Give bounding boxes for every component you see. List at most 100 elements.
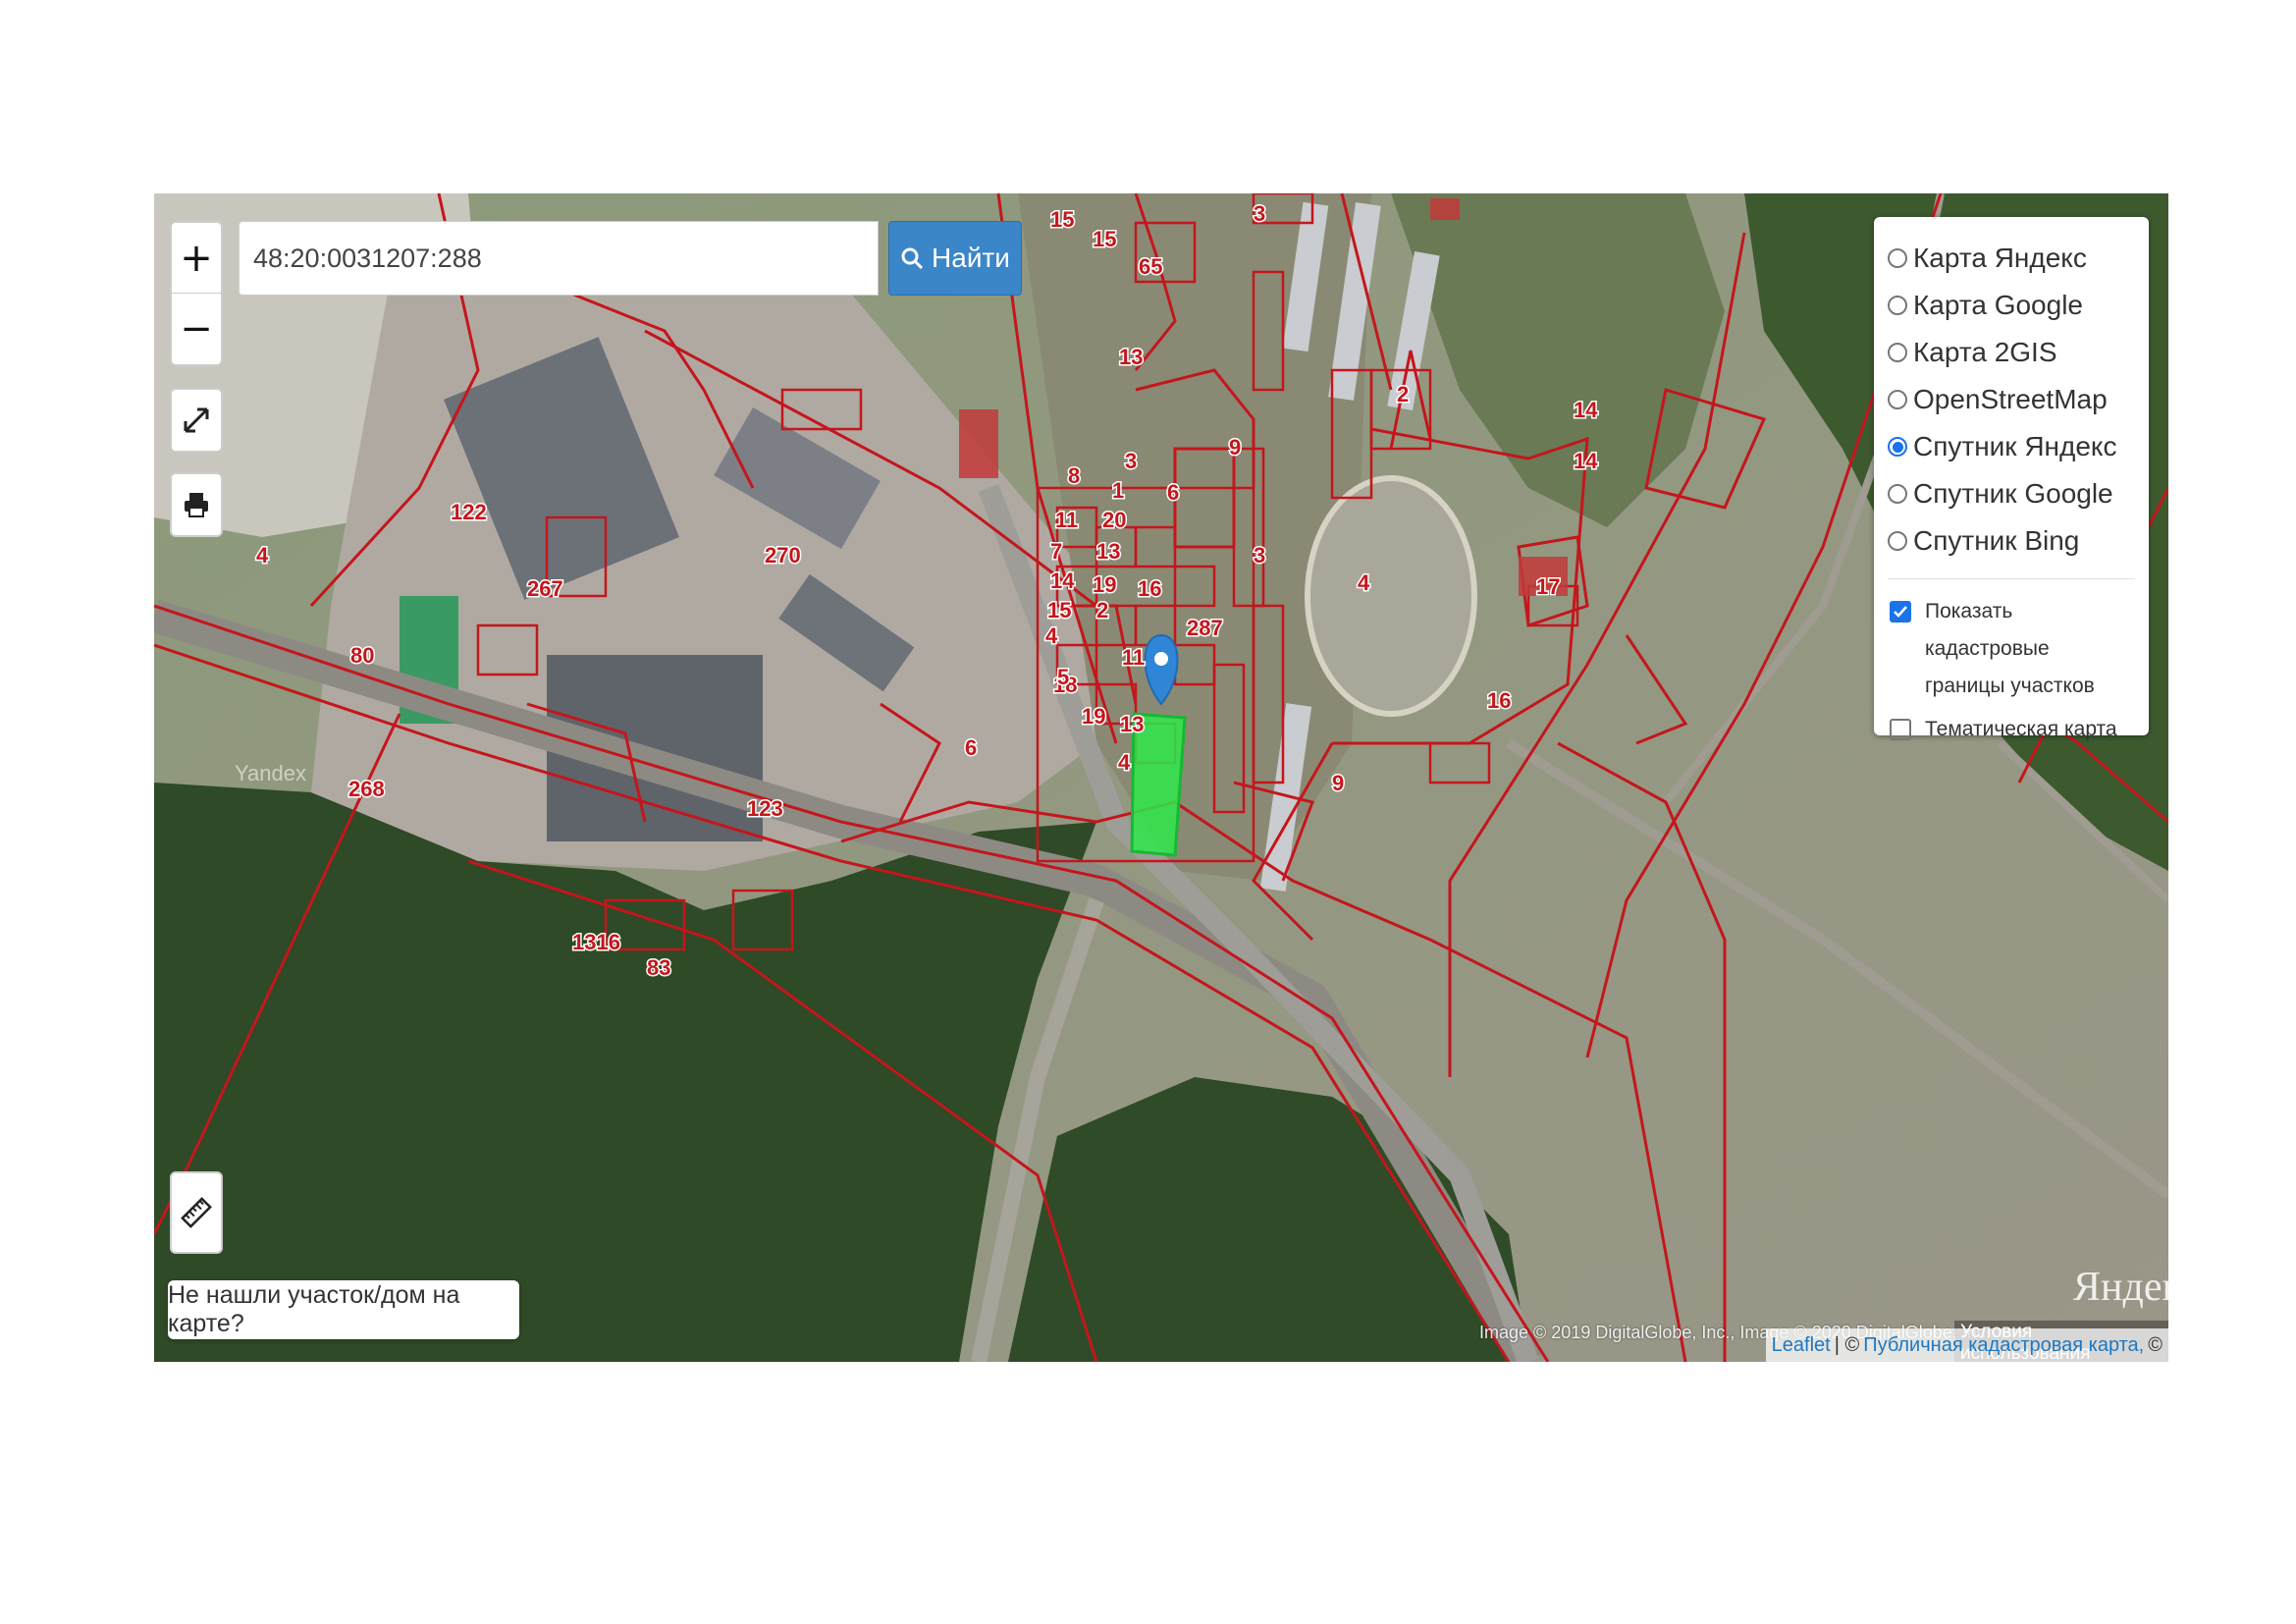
parcel-number-label: 2 <box>1096 598 1108 623</box>
parcel-number-label: 19 <box>1082 704 1105 729</box>
print-button[interactable] <box>170 472 223 537</box>
layer-option-label: OpenStreetMap <box>1913 384 2108 414</box>
layer-option-label: Спутник Bing <box>1913 525 2080 556</box>
layer-radio[interactable] <box>1888 248 1907 268</box>
map-watermark: Yandex <box>235 761 306 785</box>
zoom-control: + − <box>170 221 223 366</box>
parcel-number-label: 15 <box>1050 207 1074 232</box>
satellite-map[interactable]: 15156513831206117 1314 1915 216418111951342… <box>154 193 2168 1362</box>
layer-radio[interactable] <box>1888 437 1907 457</box>
layer-option-label: Карта Google <box>1913 290 2083 320</box>
parcel-number-label: 287 <box>1187 616 1223 640</box>
layer-option[interactable]: Спутник Google <box>1888 470 2149 517</box>
parcel-number-label: 13 <box>1120 712 1144 736</box>
parcel-number-label: 16 <box>1138 576 1161 601</box>
parcel-number-label: 267 <box>527 576 563 601</box>
parcel-number-label: 13 <box>1119 345 1143 369</box>
parcel-number-label: 5 <box>1057 665 1069 689</box>
parcel-number-label: 14 <box>1574 449 1598 473</box>
layers-panel: Карта Яндекс Карта Google Карта 2GIS OpenSt… <box>1874 217 2149 740</box>
minus-icon: − <box>180 305 213 352</box>
overlay-list: Показать кадастровые границы участков Тем… <box>1888 593 2149 748</box>
leaflet-link[interactable]: Leaflet <box>1772 1334 1831 1357</box>
map-attribution: Leaflet | © Публичная кадастровая карта,… <box>1765 1328 2168 1362</box>
layer-radio[interactable] <box>1888 531 1907 551</box>
parcel-number-label: 9 <box>1332 771 1344 795</box>
overlay-option-label: Показать кадастровые границы участков <box>1925 600 2095 697</box>
not-found-label: Не нашли участок/дом на карте? <box>168 1281 460 1337</box>
layer-option-label: Спутник Яндекс <box>1913 431 2117 461</box>
print-icon <box>185 493 208 517</box>
parcel-number-label: 4 <box>1045 623 1058 648</box>
not-found-button[interactable]: Не нашли участок/дом на карте? <box>168 1280 519 1339</box>
parcel-number-label: 268 <box>348 777 385 801</box>
search-input-value: 48:20:0031207:288 <box>253 243 482 273</box>
parcel-number-label: 9 <box>1229 435 1241 460</box>
layer-option[interactable]: Спутник Bing <box>1888 517 2149 565</box>
parcel-number-label: 14 <box>1050 568 1075 593</box>
layer-option[interactable]: Карта 2GIS <box>1888 329 2149 376</box>
layer-radio[interactable] <box>1888 484 1907 504</box>
layer-radio[interactable] <box>1888 390 1907 409</box>
parcel-number-label: 1 <box>1112 478 1124 503</box>
layer-option-label: Спутник Google <box>1913 478 2113 509</box>
layer-radio[interactable] <box>1888 296 1907 315</box>
parcel-number-label: 2 <box>1397 382 1409 406</box>
overlay-checkbox[interactable] <box>1890 719 1911 740</box>
expand-icon <box>184 407 209 433</box>
attribution-suffix: © <box>2148 1333 2163 1356</box>
parcel-number-label: 7 <box>1050 539 1062 564</box>
overlay-option[interactable]: Тематическая карта <box>1888 711 2149 748</box>
parcel-number-label: 3 <box>1125 449 1137 473</box>
yandex-logo: Яндекс <box>2073 1265 2168 1310</box>
parcel-number-label: 6 <box>1167 480 1179 505</box>
base-layer-list: Карта Яндекс Карта Google Карта 2GIS OpenSt… <box>1888 235 2149 565</box>
search-button-label: Найти <box>932 243 1010 273</box>
layer-radio[interactable] <box>1888 343 1907 362</box>
parcel-number-label: 16 <box>1487 688 1511 713</box>
layer-option[interactable]: Карта Google <box>1888 282 2149 329</box>
overlay-option[interactable]: Показать кадастровые границы участков <box>1888 593 2149 705</box>
parcel-number-label: 4 <box>256 543 269 568</box>
layer-option[interactable]: Карта Яндекс <box>1888 235 2149 282</box>
parcel-number-label: 19 <box>1093 572 1116 597</box>
parcel-number-label: 3 <box>1254 201 1265 226</box>
search-icon <box>901 247 924 270</box>
layer-option-label: Карта 2GIS <box>1913 337 2057 367</box>
zoom-in-button[interactable]: + <box>172 223 221 293</box>
fullscreen-button[interactable] <box>170 388 223 453</box>
parcel-number-label: 270 <box>765 543 801 568</box>
parcel-number-label: 83 <box>647 955 670 980</box>
parcel-number-label: 20 <box>1102 508 1126 532</box>
layer-option[interactable]: Спутник Яндекс <box>1888 423 2149 470</box>
measure-button[interactable] <box>170 1171 223 1254</box>
parcel-number-label: 17 <box>1536 574 1560 599</box>
layers-divider <box>1888 578 2135 579</box>
parcel-number-label: 65 <box>1139 254 1162 279</box>
ruler-icon <box>181 1197 212 1228</box>
map-viewport[interactable]: 15 15 65 13 8 3 1 20 6 11 7 13 14 19 15 2 16 4 18 11 19 5 13 4 2… <box>154 193 2168 1362</box>
parcel-number-label: 11 <box>1055 508 1078 532</box>
overlay-option-label: Тематическая карта <box>1925 718 2117 740</box>
zoom-out-button[interactable]: − <box>172 293 221 363</box>
parcel-number-label: 13 <box>1096 539 1120 564</box>
plus-icon: + <box>180 235 213 281</box>
layer-option-label: Карта Яндекс <box>1913 243 2087 273</box>
layer-option[interactable]: OpenStreetMap <box>1888 376 2149 423</box>
parcel-number-label: 4 <box>1118 750 1131 775</box>
attribution-separator: | © <box>1834 1333 1860 1356</box>
stadium <box>1305 475 1477 717</box>
pkk-link[interactable]: Публичная кадастровая карта, <box>1863 1334 2144 1357</box>
parcel-number-label: 6 <box>965 735 977 760</box>
parcel-number-label: 14 <box>1574 398 1598 422</box>
parcel-number-label: 15 <box>1047 598 1071 623</box>
parcel-number-label: 8 <box>1068 463 1080 488</box>
parcel-number-label: 80 <box>350 643 374 668</box>
search-button[interactable]: Найти <box>888 221 1022 296</box>
parcel-number-label: 122 <box>451 500 487 524</box>
parcel-number-label: 123 <box>747 796 783 821</box>
parcel-number-label: 1316 <box>572 930 620 954</box>
overlay-checkbox[interactable] <box>1890 601 1911 623</box>
parcel-number-label: 3 <box>1254 543 1265 568</box>
search-input[interactable]: 48:20:0031207:288 <box>239 221 879 296</box>
